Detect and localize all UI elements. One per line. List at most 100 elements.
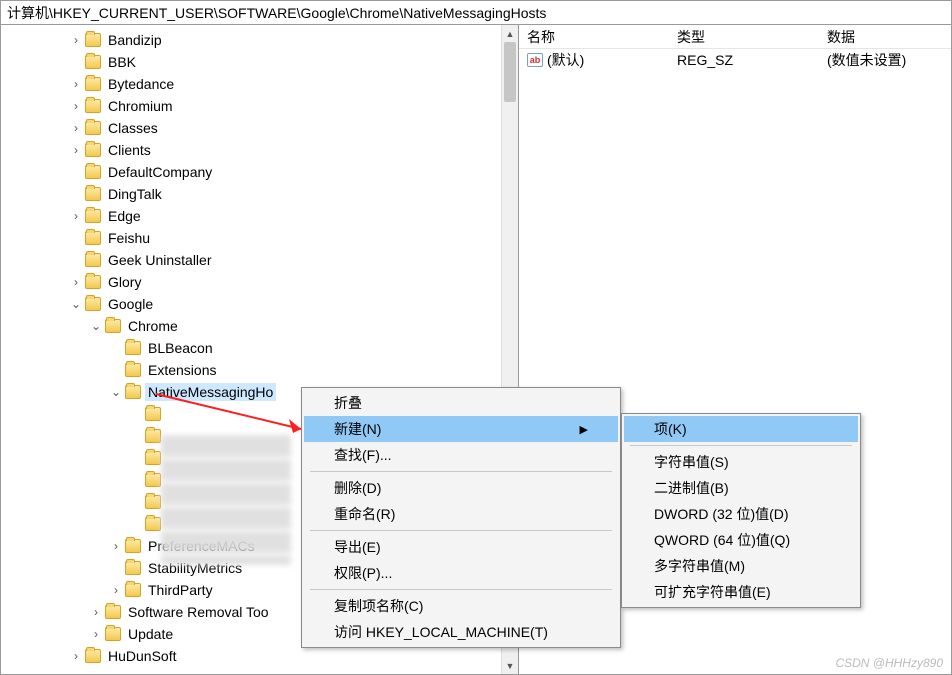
menu-label: QWORD (64 位)值(Q)	[654, 530, 790, 550]
expand-icon[interactable]: ›	[69, 77, 83, 91]
menu-item[interactable]: 权限(P)...	[304, 560, 618, 586]
scroll-down-icon[interactable]: ▼	[502, 657, 518, 674]
string-value-icon: ab	[527, 53, 543, 67]
col-name[interactable]: 名称	[519, 27, 669, 47]
submenu-arrow-icon: ▶	[540, 423, 588, 436]
expand-icon[interactable]: ›	[69, 209, 83, 223]
values-header[interactable]: 名称 类型 数据	[519, 25, 951, 49]
menu-item[interactable]: 查找(F)...	[304, 442, 618, 468]
menu-item[interactable]: 折叠	[304, 390, 618, 416]
tree-item[interactable]: ⌄Google	[9, 293, 518, 315]
expand-icon[interactable]: ›	[69, 33, 83, 47]
expand-icon[interactable]: ›	[69, 275, 83, 289]
expand-icon[interactable]: ·	[69, 253, 83, 267]
tree-item[interactable]: ›Bandizip	[9, 29, 518, 51]
value-type: REG_SZ	[669, 52, 819, 68]
tree-item[interactable]: ›Edge	[9, 205, 518, 227]
tree-label: Clients	[105, 141, 154, 159]
menu-label: 新建(N)	[334, 419, 381, 439]
menu-item[interactable]: 访问 HKEY_LOCAL_MACHINE(T)	[304, 619, 618, 645]
expand-icon[interactable]: ›	[109, 539, 123, 553]
folder-icon	[85, 143, 101, 157]
expand-icon[interactable]: ⌄	[89, 319, 103, 333]
expand-icon[interactable]: ›	[69, 649, 83, 663]
value-name: (默认)	[547, 50, 584, 70]
menu-label: 权限(P)...	[334, 563, 392, 583]
scroll-up-icon[interactable]: ▲	[502, 25, 518, 42]
expand-icon[interactable]: ·	[109, 363, 123, 377]
value-name-cell: ab (默认)	[519, 50, 669, 70]
menu-item[interactable]: 导出(E)	[304, 534, 618, 560]
scroll-thumb[interactable]	[504, 42, 516, 102]
blurred-item	[161, 555, 291, 565]
menu-item[interactable]: 新建(N) ▶	[304, 416, 618, 442]
folder-icon	[85, 275, 101, 289]
folder-icon	[105, 605, 121, 619]
folder-icon	[85, 33, 101, 47]
menu-item[interactable]: DWORD (32 位)值(D)	[624, 501, 858, 527]
expand-icon[interactable]: ·	[69, 187, 83, 201]
tree-item[interactable]: · BLBeacon	[9, 337, 518, 359]
tree-label: Software Removal Too	[125, 603, 272, 621]
menu-separator	[310, 589, 612, 590]
expand-icon[interactable]: ·	[109, 341, 123, 355]
menu-label: 复制项名称(C)	[334, 596, 423, 616]
expand-icon[interactable]: ·	[69, 165, 83, 179]
menu-item[interactable]: 多字符串值(M)	[624, 553, 858, 579]
menu-item[interactable]: QWORD (64 位)值(Q)	[624, 527, 858, 553]
blurred-item	[161, 483, 291, 505]
value-row[interactable]: ab (默认) REG_SZ (数值未设置)	[519, 49, 951, 71]
tree-item[interactable]: › Glory	[9, 271, 518, 293]
menu-item[interactable]: 重命名(R)	[304, 501, 618, 527]
menu-item[interactable]: 可扩充字符串值(E)	[624, 579, 858, 605]
tree-item[interactable]: ·Feishu	[9, 227, 518, 249]
menu-item[interactable]: 删除(D)	[304, 475, 618, 501]
watermark: CSDN @HHHzy890	[835, 656, 943, 670]
tree-item[interactable]: ·DingTalk	[9, 183, 518, 205]
blurred-item	[161, 507, 291, 529]
folder-icon	[145, 451, 161, 465]
expand-icon[interactable]: ›	[109, 583, 123, 597]
folder-icon	[85, 55, 101, 69]
tree-item[interactable]: ·DefaultCompany	[9, 161, 518, 183]
tree-item[interactable]: › Bytedance	[9, 73, 518, 95]
menu-item[interactable]: 二进制值(B)	[624, 475, 858, 501]
tree-label: Classes	[105, 119, 161, 137]
expand-icon[interactable]: ›	[69, 121, 83, 135]
menu-label: 多字符串值(M)	[654, 556, 745, 576]
col-type[interactable]: 类型	[669, 27, 819, 47]
expand-icon[interactable]: ›	[69, 143, 83, 157]
expand-icon[interactable]: ›	[89, 627, 103, 641]
tree-item[interactable]: ·Geek Uninstaller	[9, 249, 518, 271]
expand-icon[interactable]: ⌄	[109, 385, 123, 399]
tree-item[interactable]: ·BBK	[9, 51, 518, 73]
menu-separator	[310, 530, 612, 531]
expand-icon[interactable]: ·	[109, 561, 123, 575]
tree-item[interactable]: › HuDunSoft	[9, 645, 518, 667]
expand-icon[interactable]: ⌄	[69, 297, 83, 311]
tree-label: Bytedance	[105, 75, 177, 93]
tree-item[interactable]: ·Extensions	[9, 359, 518, 381]
expand-icon[interactable]: ·	[69, 231, 83, 245]
tree-label: Glory	[105, 273, 144, 291]
folder-icon	[145, 495, 161, 509]
folder-icon	[105, 319, 121, 333]
address-bar[interactable]: 计算机\HKEY_CURRENT_USER\SOFTWARE\Google\Ch…	[1, 1, 951, 25]
tree-label: BLBeacon	[145, 339, 216, 357]
col-data[interactable]: 数据	[819, 27, 951, 47]
expand-icon[interactable]: ·	[69, 55, 83, 69]
expand-icon[interactable]: ›	[69, 99, 83, 113]
folder-icon	[85, 77, 101, 91]
tree-item[interactable]: ⌄Chrome	[9, 315, 518, 337]
menu-item[interactable]: 复制项名称(C)	[304, 593, 618, 619]
menu-label: 项(K)	[654, 419, 687, 439]
folder-icon	[125, 363, 141, 377]
menu-item[interactable]: 字符串值(S)	[624, 449, 858, 475]
menu-item[interactable]: 项(K)	[624, 416, 858, 442]
tree-item[interactable]: › Clients	[9, 139, 518, 161]
tree-item[interactable]: ›Chromium	[9, 95, 518, 117]
expand-icon[interactable]: ›	[89, 605, 103, 619]
tree-item[interactable]: › Classes	[9, 117, 518, 139]
tree-label: HuDunSoft	[105, 647, 179, 665]
context-menu: 折叠新建(N) ▶ 查找(F)... 删除(D)重命名(R) 导出(E) 权限(P)...…	[301, 387, 621, 648]
